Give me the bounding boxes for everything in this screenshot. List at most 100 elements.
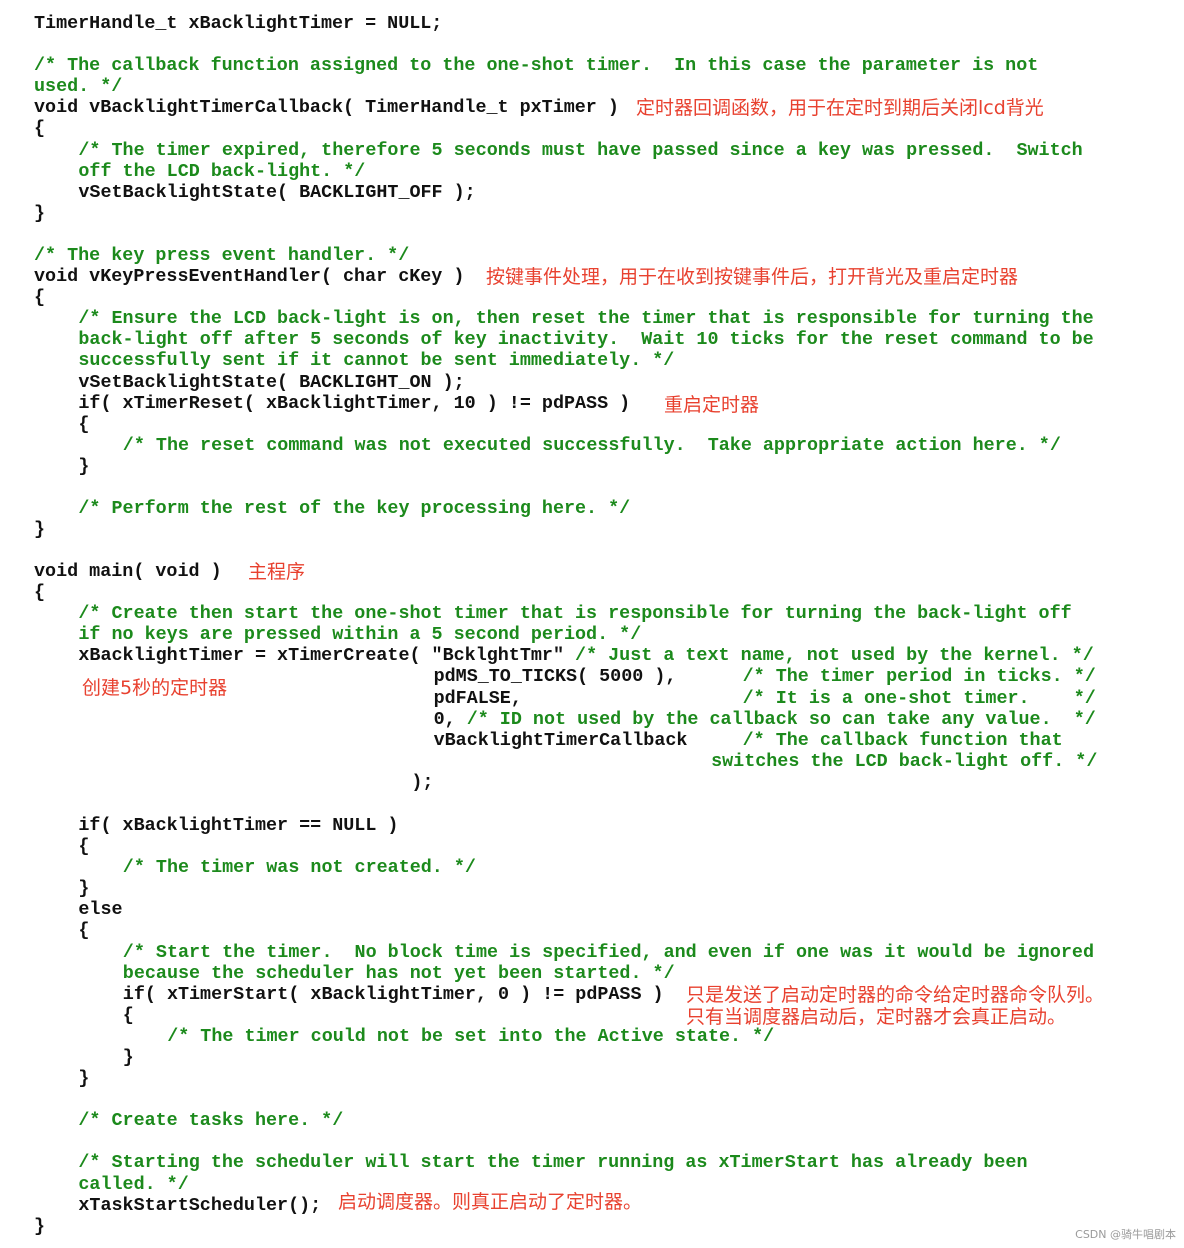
code-comment: /* Just a text name, not used by the ker…	[575, 645, 1094, 666]
code-line: used. */	[34, 76, 122, 97]
code-line: {	[34, 118, 45, 139]
code-line: {	[123, 1005, 134, 1026]
code-line: }	[78, 1068, 89, 1089]
code-line: {	[34, 582, 45, 603]
code-text: {	[34, 118, 46, 139]
code-comment: /* The timer was not created. */	[122, 857, 476, 878]
code-comment: /* Create tasks here. */	[78, 1110, 344, 1131]
code-line: void vBacklightTimerCallback( TimerHandl…	[34, 97, 619, 118]
code-text: }	[78, 456, 90, 477]
code-text: {	[34, 582, 46, 603]
code-text: void vKeyPressEventHandler( char cKey )	[34, 266, 465, 287]
code-comment: switches the LCD back-light off. */	[711, 751, 1098, 772]
code-comment: /* The callback function assigned to the…	[34, 55, 1039, 76]
code-line: /* The timer was not created. */	[123, 857, 476, 878]
code-text: else	[78, 899, 123, 920]
code-line: xTaskStartScheduler();	[78, 1195, 321, 1216]
code-line: /* The timer expired, therefore 5 second…	[78, 140, 1082, 161]
code-line: called. */	[78, 1174, 188, 1195]
code-comment: /* Ensure the LCD back-light is on, then…	[78, 308, 1094, 329]
code-comment: /* Start the timer. No block time is spe…	[122, 942, 1094, 963]
code-line: /* Starting the scheduler will start the…	[78, 1152, 1027, 1173]
code-line: }	[78, 878, 89, 899]
code-comment: /* Starting the scheduler will start the…	[78, 1152, 1028, 1173]
code-text: xBacklightTimer = xTimerCreate( "Bcklght…	[78, 645, 576, 666]
code-text: }	[34, 203, 46, 224]
code-line: }	[34, 1216, 45, 1237]
code-comment: /* The callback function that	[742, 730, 1063, 751]
code-line: if( xTimerStart( xBacklightTimer, 0 ) !=…	[123, 984, 664, 1005]
code-text: );	[411, 772, 434, 793]
code-line: );	[411, 772, 433, 793]
code-text: {	[78, 920, 90, 941]
code-text: }	[122, 1047, 134, 1068]
code-line: {	[34, 287, 45, 308]
code-line: }	[34, 519, 45, 540]
code-text: {	[34, 287, 46, 308]
code-line: back-light off after 5 seconds of key in…	[78, 329, 1093, 350]
code-text: pdMS_TO_TICKS( 5000 ),	[433, 666, 743, 687]
code-line: else	[78, 899, 122, 920]
code-comment: if no keys are pressed within a 5 second…	[78, 624, 642, 645]
code-text: void vBacklightTimerCallback( TimerHandl…	[34, 97, 619, 118]
code-text: {	[78, 836, 90, 857]
code-comment: /* Perform the rest of the key processin…	[78, 498, 631, 519]
code-line: TimerHandle_t xBacklightTimer = NULL;	[34, 13, 442, 34]
code-line: /* Create then start the one-shot timer …	[78, 603, 1071, 624]
code-text: if( xTimerReset( xBacklightTimer, 10 ) !…	[78, 393, 631, 414]
code-text: {	[122, 1005, 134, 1026]
annotation-create-timer: 创建5秒的定时器	[82, 677, 228, 699]
code-comment: off the LCD back-light. */	[78, 161, 366, 182]
code-line: pdFALSE, /* It is a one-shot timer. */	[434, 688, 1096, 709]
code-text: if( xTimerStart( xBacklightTimer, 0 ) !=…	[122, 984, 664, 1005]
code-text: pdFALSE,	[433, 688, 743, 709]
code-line: {	[78, 920, 89, 941]
code-text: xTaskStartScheduler();	[78, 1195, 322, 1216]
code-line: /* Start the timer. No block time is spe…	[123, 942, 1094, 963]
code-line: /* Perform the rest of the key processin…	[78, 498, 630, 519]
annotation-main: 主程序	[248, 561, 306, 583]
code-line: }	[78, 456, 89, 477]
code-text: vBacklightTimerCallback	[433, 730, 743, 751]
code-text: }	[34, 1216, 46, 1237]
code-comment: successfully sent if it cannot be sent i…	[78, 350, 675, 371]
code-line: /* The reset command was not executed su…	[123, 435, 1061, 456]
annotation-key-handler: 按键事件处理，用于在收到按键事件后，打开背光及重启定时器	[486, 266, 1019, 288]
code-text: }	[78, 878, 90, 899]
code-line: /* The callback function assigned to the…	[34, 55, 1038, 76]
code-text: 0,	[433, 709, 467, 730]
code-text: void main( void )	[34, 561, 222, 582]
code-line: 0, /* ID not used by the callback so can…	[434, 709, 1096, 730]
annotation-callback: 定时器回调函数，用于在定时到期后关闭lcd背光	[636, 97, 1044, 119]
code-comment: /* The key press event handler. */	[34, 245, 410, 266]
code-line: switches the LCD back-light off. */	[711, 751, 1097, 772]
code-text: }	[78, 1068, 90, 1089]
code-text: vSetBacklightState( BACKLIGHT_OFF );	[78, 182, 476, 203]
code-comment: used. */	[34, 76, 123, 97]
code-line: if( xTimerReset( xBacklightTimer, 10 ) !…	[78, 393, 630, 414]
annotation-scheduler: 启动调度器。则真正启动了定时器。	[338, 1191, 643, 1213]
code-line: /* The timer could not be set into the A…	[167, 1026, 774, 1047]
code-comment: back-light off after 5 seconds of key in…	[78, 329, 1094, 350]
code-text: vSetBacklightState( BACKLIGHT_ON );	[78, 372, 465, 393]
code-line: if( xBacklightTimer == NULL )	[78, 815, 398, 836]
code-line: pdMS_TO_TICKS( 5000 ), /* The timer peri…	[434, 666, 1096, 687]
code-line: because the scheduler has not yet been s…	[123, 963, 675, 984]
code-comment: /* The timer could not be set into the A…	[167, 1026, 775, 1047]
code-comment: /* The timer expired, therefore 5 second…	[78, 140, 1083, 161]
code-line: {	[78, 414, 89, 435]
code-comment: /* The timer period in ticks. */	[742, 666, 1096, 687]
annotation-timer-reset: 重启定时器	[664, 394, 760, 416]
code-line: void vKeyPressEventHandler( char cKey )	[34, 266, 464, 287]
code-comment: called. */	[78, 1174, 189, 1195]
code-text: if( xBacklightTimer == NULL )	[78, 815, 399, 836]
code-line: /* Create tasks here. */	[78, 1110, 343, 1131]
code-line: vBacklightTimerCallback /* The callback …	[434, 730, 1063, 751]
code-line: if no keys are pressed within a 5 second…	[78, 624, 641, 645]
annotation-timer-start-line2: 只有当调度器启动后，定时器才会真正启动。	[686, 1006, 1067, 1028]
code-line: /* Ensure the LCD back-light is on, then…	[78, 308, 1093, 329]
code-line: successfully sent if it cannot be sent i…	[78, 350, 674, 371]
code-line: vSetBacklightState( BACKLIGHT_ON );	[78, 372, 464, 393]
code-text: }	[34, 519, 46, 540]
code-text: TimerHandle_t xBacklightTimer = NULL;	[34, 13, 443, 34]
